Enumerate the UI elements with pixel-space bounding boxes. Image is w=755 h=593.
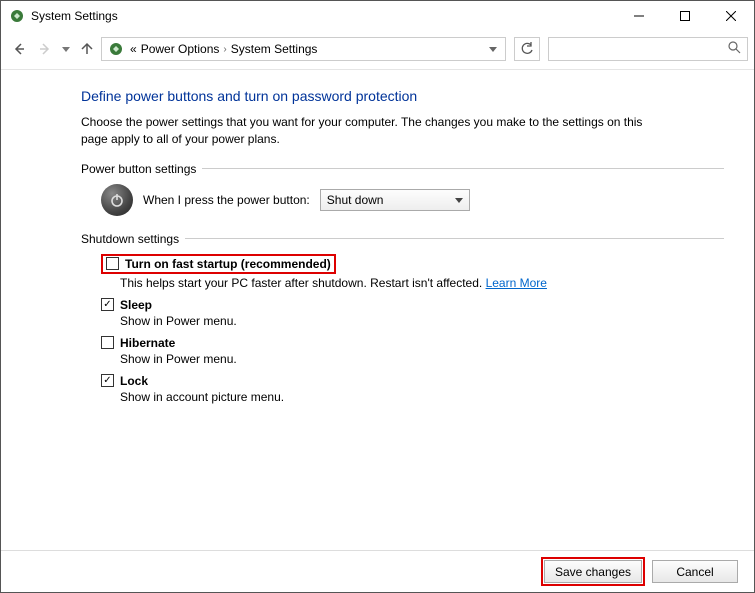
content-area: Define power buttons and turn on passwor… [1,70,754,422]
option-hibernate-row[interactable]: Hibernate [101,336,724,350]
power-icon [101,184,133,216]
power-button-row: When I press the power button: Shut down [101,184,724,216]
window-title: System Settings [31,9,118,23]
option-fast-startup-row[interactable]: Turn on fast startup (recommended) [101,254,336,274]
option-fast-startup-sub-text: This helps start your PC faster after sh… [120,276,486,290]
power-button-selected: Shut down [327,193,384,207]
page-heading: Define power buttons and turn on passwor… [81,88,724,104]
minimize-button[interactable] [616,1,662,31]
checkbox-sleep[interactable] [101,298,114,311]
breadcrumb-item-2[interactable]: System Settings [231,42,318,56]
window-buttons [616,1,754,31]
option-sleep-title: Sleep [120,298,152,312]
refresh-button[interactable] [514,37,540,61]
back-button[interactable] [7,37,31,61]
app-icon [9,8,25,24]
option-lock-title: Lock [120,374,148,388]
option-sleep-sub: Show in Power menu. [120,314,724,328]
forward-button[interactable] [33,37,57,61]
up-button[interactable] [75,37,99,61]
address-dropdown-icon[interactable] [485,44,501,54]
breadcrumb-item-1[interactable]: Power Options [141,42,220,56]
cancel-button[interactable]: Cancel [652,560,738,583]
save-button[interactable]: Save changes [544,560,642,583]
group-shutdown-label: Shutdown settings [81,232,179,246]
checkbox-fast-startup[interactable] [106,257,119,270]
option-fast-startup: Turn on fast startup (recommended) This … [101,254,724,290]
group-power-button-label: Power button settings [81,162,196,176]
shutdown-options: Turn on fast startup (recommended) This … [101,254,724,404]
option-sleep: Sleep Show in Power menu. [101,298,724,328]
option-fast-startup-title: Turn on fast startup (recommended) [125,257,331,271]
breadcrumb-prefix: « [130,42,137,56]
group-shutdown: Shutdown settings [81,232,724,246]
option-lock: Lock Show in account picture menu. [101,374,724,404]
option-fast-startup-sub: This helps start your PC faster after sh… [120,276,724,290]
chevron-down-icon [455,195,463,205]
maximize-button[interactable] [662,1,708,31]
search-icon [728,41,741,57]
group-power-button: Power button settings [81,162,724,176]
option-lock-row[interactable]: Lock [101,374,724,388]
navbar: « Power Options › System Settings [1,31,754,67]
titlebar: System Settings [1,1,754,31]
option-sleep-row[interactable]: Sleep [101,298,724,312]
recent-dropdown[interactable] [59,37,73,61]
close-button[interactable] [708,1,754,31]
learn-more-link[interactable]: Learn More [486,276,547,290]
checkbox-lock[interactable] [101,374,114,387]
power-button-select[interactable]: Shut down [320,189,470,211]
power-button-label: When I press the power button: [143,193,310,207]
checkbox-hibernate[interactable] [101,336,114,349]
option-hibernate-sub: Show in Power menu. [120,352,724,366]
page-description: Choose the power settings that you want … [81,114,671,148]
search-input[interactable] [548,37,748,61]
option-lock-sub: Show in account picture menu. [120,390,724,404]
address-bar[interactable]: « Power Options › System Settings [101,37,506,61]
breadcrumb-sep: › [223,44,226,55]
option-hibernate: Hibernate Show in Power menu. [101,336,724,366]
option-hibernate-title: Hibernate [120,336,175,350]
footer: Save changes Cancel [1,550,754,592]
location-icon [106,39,126,59]
